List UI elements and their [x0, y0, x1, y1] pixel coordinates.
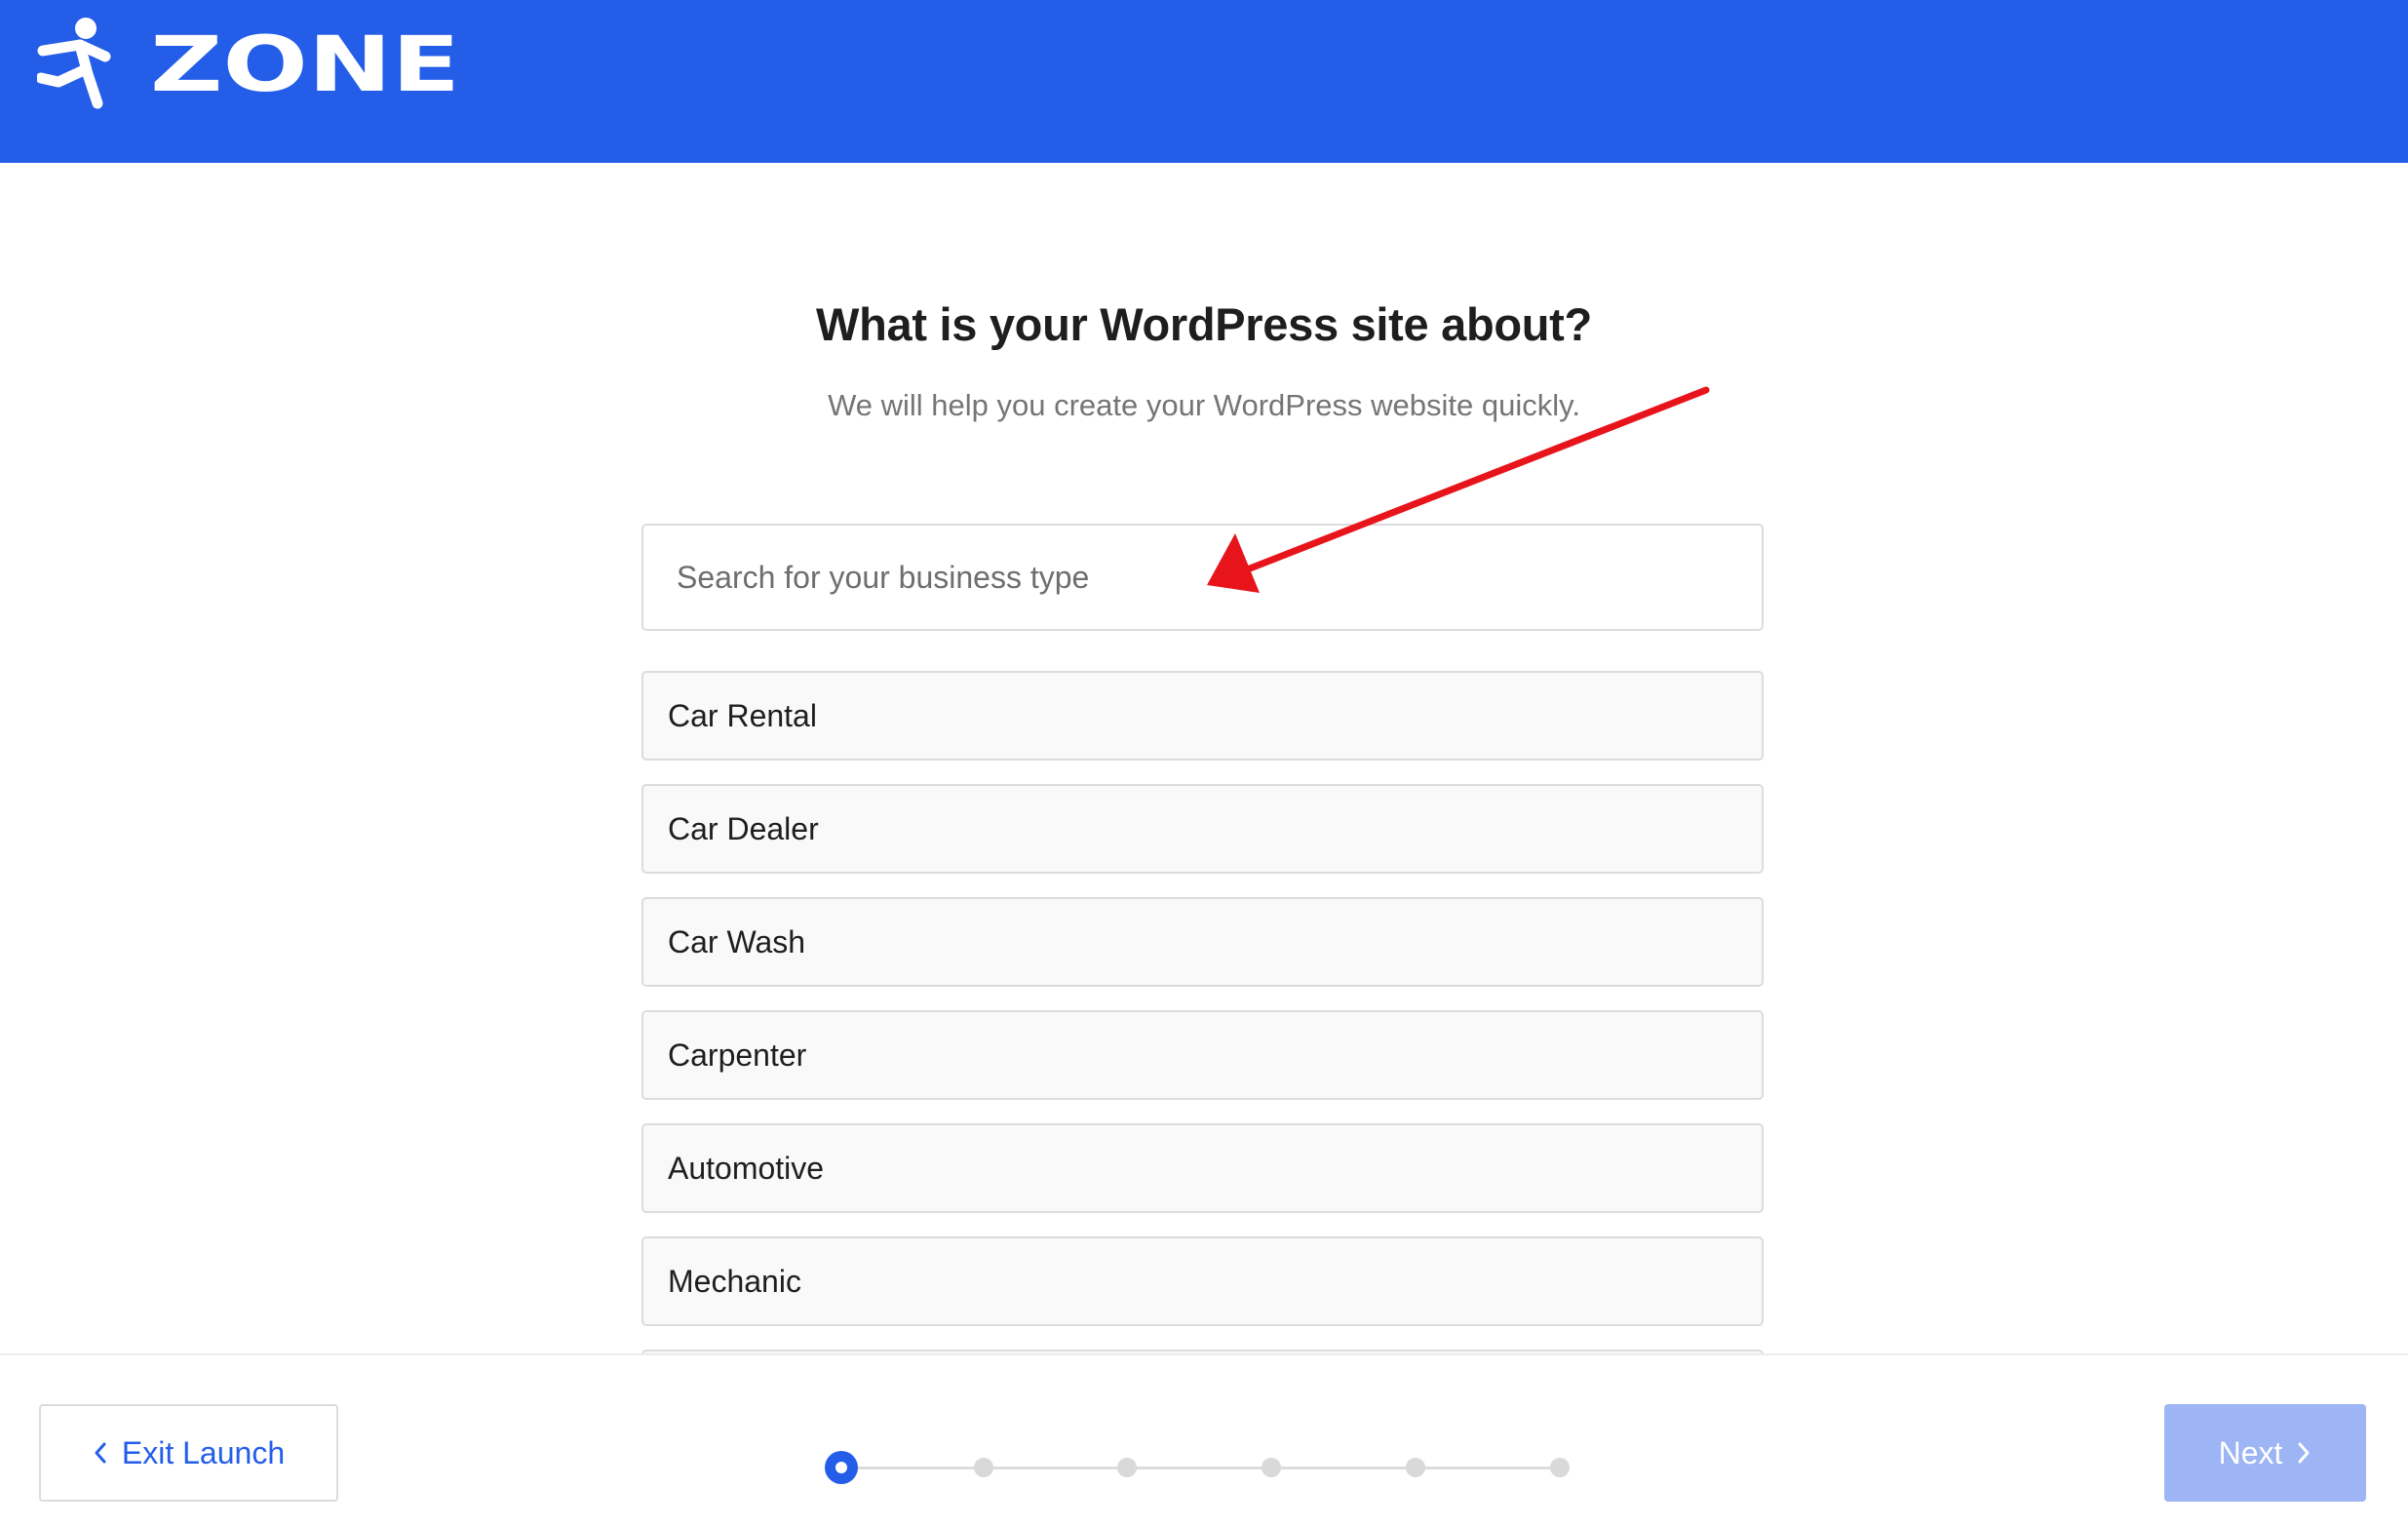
option-label: Car Wash — [668, 923, 806, 959]
step-dot — [974, 1458, 993, 1477]
business-type-option[interactable]: Automotive — [641, 1123, 1764, 1213]
exit-launch-button[interactable]: Exit Launch — [39, 1404, 338, 1502]
bottom-bar: Exit Launch Next — [0, 1353, 2408, 1527]
step-dot — [1406, 1458, 1425, 1477]
option-label: Car Dealer — [668, 810, 819, 846]
step-dot-current — [825, 1451, 858, 1484]
business-type-option[interactable]: Car Dealer — [641, 784, 1764, 874]
option-label: Car Rental — [668, 697, 817, 733]
page-title: What is your WordPress site about? — [816, 298, 1592, 350]
business-type-list: Car Rental Car Dealer Car Wash Carpenter… — [641, 671, 1764, 1353]
option-label: Automotive — [668, 1150, 825, 1186]
exit-launch-label: Exit Launch — [121, 1434, 286, 1470]
chevron-left-icon — [95, 1442, 106, 1464]
business-type-option[interactable]: Mechanic — [641, 1236, 1764, 1326]
option-label: Mechanic — [668, 1263, 801, 1299]
chevron-right-icon — [2298, 1442, 2310, 1464]
brand-logo[interactable]: ZONE — [37, 14, 462, 111]
step-dot — [1117, 1458, 1137, 1477]
stepper-track — [844, 1467, 1570, 1469]
progress-stepper — [825, 1451, 1585, 1484]
page-subtitle: We will help you create your WordPress w… — [828, 388, 1580, 422]
business-type-option[interactable]: Car Rental — [641, 671, 1764, 761]
running-person-icon — [37, 18, 111, 109]
next-button[interactable]: Next — [2164, 1404, 2366, 1502]
step-dot — [1550, 1458, 1570, 1477]
business-type-option[interactable]: Car Wash — [641, 897, 1764, 987]
option-label: Carpenter — [668, 1037, 807, 1073]
search-box[interactable] — [641, 524, 1764, 631]
business-type-search-input[interactable] — [677, 526, 1728, 629]
brand-wordmark: ZONE — [150, 28, 460, 97]
business-type-option[interactable]: Carpenter — [641, 1010, 1764, 1100]
top-bar: ZONE — [0, 0, 2408, 163]
brand-text: ZONE — [150, 28, 460, 97]
next-label: Next — [2218, 1434, 2283, 1470]
step-dot — [1262, 1458, 1281, 1477]
